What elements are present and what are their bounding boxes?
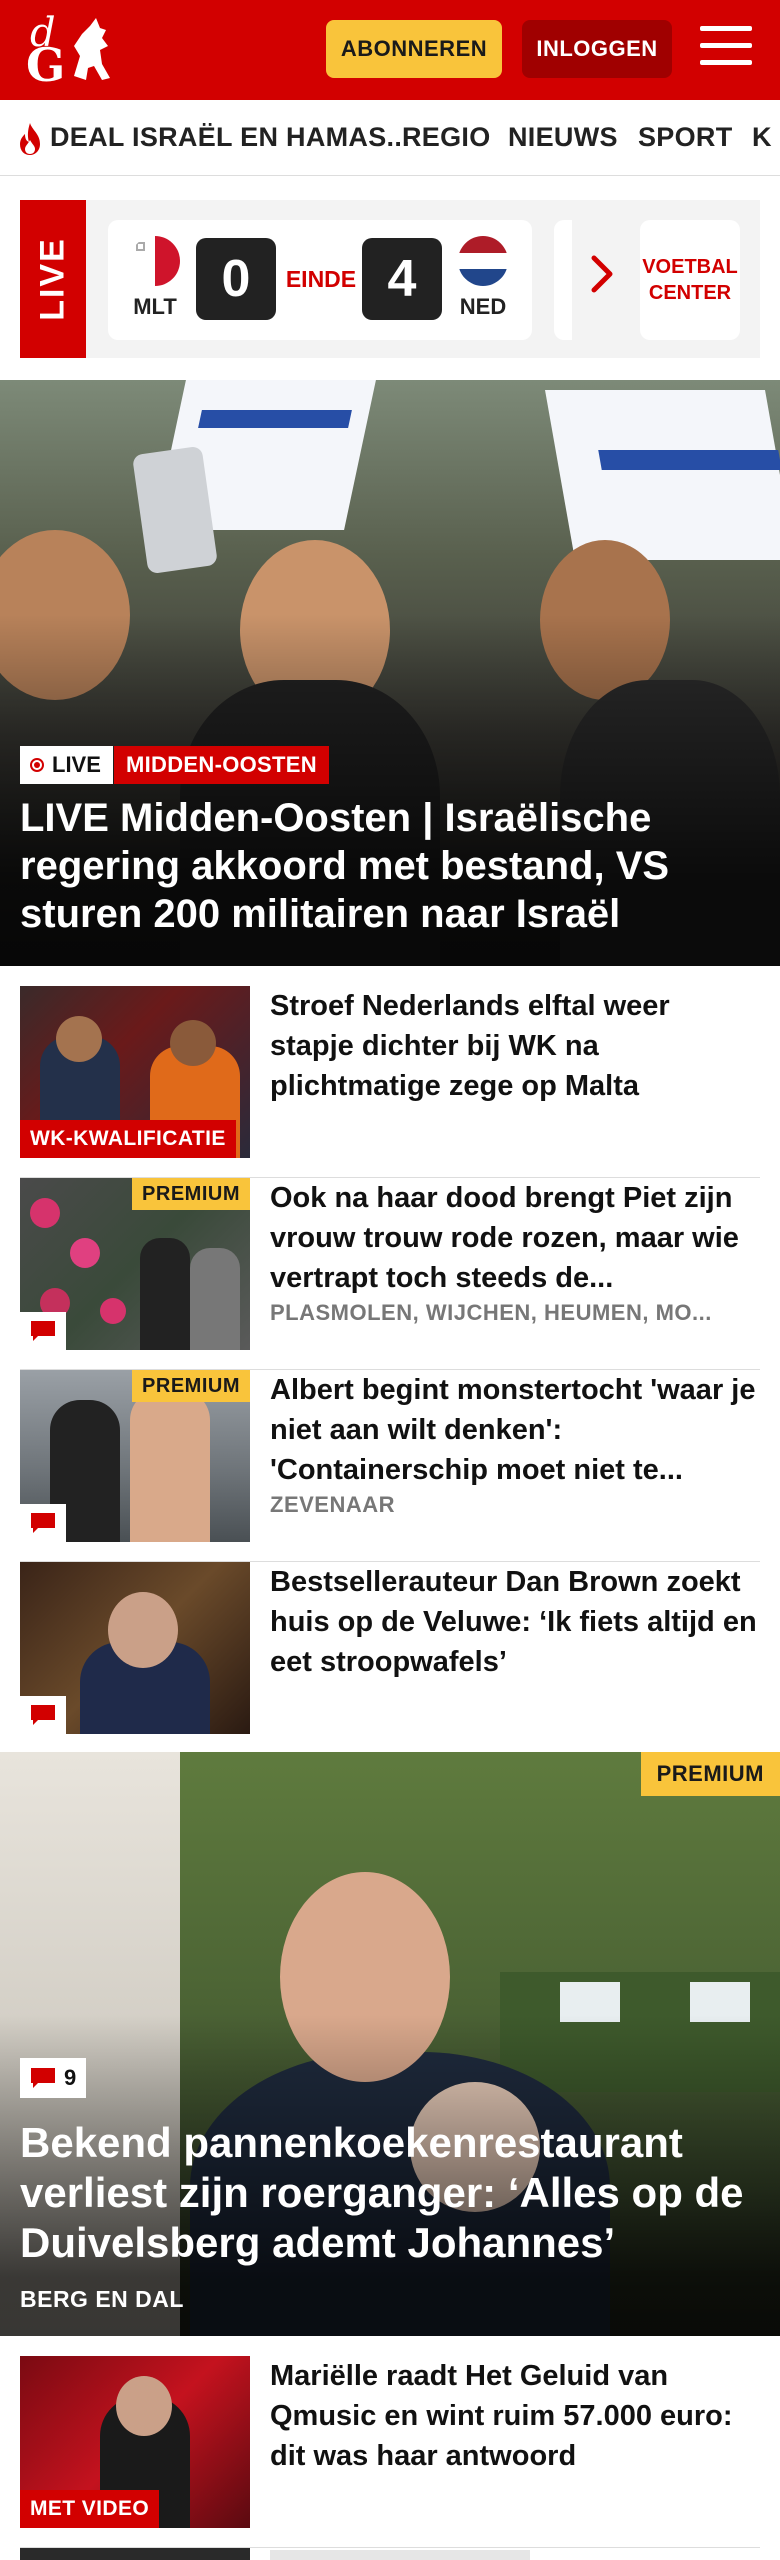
flame-icon	[20, 123, 40, 155]
category-tag: WK-KWALIFICATIE	[20, 1120, 236, 1158]
subscribe-button[interactable]: ABONNEREN	[326, 20, 502, 78]
feature-article[interactable]: PREMIUM 9 Bekend pannenkoekenrestaurant …	[0, 1752, 780, 2336]
next-article-title-fragment[interactable]	[270, 2550, 530, 2560]
netherlands-flag-icon	[458, 236, 508, 286]
hero-article[interactable]: LIVE MIDDEN-OOSTEN LIVE Midden-Oosten | …	[0, 380, 780, 966]
list-item[interactable]: PREMIUM Albert begint monstertocht 'waar…	[20, 1370, 760, 1562]
article-title[interactable]: Ook na haar dood brengt Piet zijn vrouw …	[270, 1178, 760, 1298]
comment-indicator[interactable]	[20, 1696, 66, 1734]
match-status: EINDE	[285, 266, 357, 292]
comment-indicator[interactable]: 9	[20, 2058, 87, 2098]
live-tab-label: LIVE	[33, 237, 72, 321]
list-item[interactable]: WK-KWALIFICATIE Stroef Nederlands elftal…	[20, 986, 760, 1178]
voetbal-center-label-line2: CENTER	[648, 282, 732, 304]
next-match-card[interactable]	[554, 220, 572, 340]
chevron-right-icon[interactable]	[590, 254, 616, 294]
feature-location: BERG EN DAL	[20, 2286, 184, 2312]
nav-item-nieuws[interactable]: NIEUWS	[508, 122, 618, 153]
home-score: 0	[196, 238, 276, 320]
hamburger-menu-icon[interactable]	[700, 26, 752, 70]
premium-tag: PREMIUM	[132, 1178, 250, 1210]
premium-tag: PREMIUM	[640, 1752, 780, 1796]
logo-horse-emblem-icon	[74, 18, 110, 80]
article-thumbnail	[20, 1562, 250, 1734]
comment-icon	[31, 1321, 55, 1341]
comment-icon	[31, 1513, 55, 1533]
voetbal-center-label-line1: VOETBAL	[642, 256, 738, 278]
feature-title[interactable]: Bekend pannenkoekenrestaurant verliest z…	[20, 2118, 760, 2268]
voetbal-center-link[interactable]: VOETBAL CENTER	[640, 220, 740, 340]
site-logo[interactable]: d G	[22, 10, 118, 92]
match-card[interactable]: MLT 0 EINDE 4 NED	[108, 220, 532, 340]
article-thumbnail: PREMIUM	[20, 1370, 250, 1542]
away-team-code: NED	[459, 294, 507, 319]
section-nav: DEAL ISRAËL EN HAMAS... REGIO NIEUWS SPO…	[0, 100, 780, 176]
comment-indicator[interactable]	[20, 1504, 66, 1542]
away-score: 4	[362, 238, 442, 320]
comment-icon	[31, 1705, 55, 1725]
live-tab[interactable]: LIVE	[20, 200, 86, 358]
hero-title[interactable]: LIVE Midden-Oosten | Israëlische regerin…	[20, 794, 740, 938]
comment-indicator[interactable]	[20, 1312, 66, 1350]
live-dot-icon	[30, 758, 44, 772]
malta-flag-icon	[130, 236, 180, 286]
article-thumbnail: WK-KWALIFICATIE	[20, 986, 250, 1158]
article-title[interactable]: Albert begint monstertocht 'waar je niet…	[270, 1370, 760, 1490]
nav-item-regio[interactable]: REGIO	[402, 122, 491, 153]
nav-item-truncated[interactable]: K	[752, 122, 772, 153]
comment-icon	[31, 2068, 55, 2088]
site-header: d G ABONNEREN INLOGGEN	[0, 0, 780, 100]
home-team-code: MLT	[133, 294, 177, 319]
article-title[interactable]: Mariëlle raadt Het Geluid van Qmusic en …	[270, 2356, 760, 2476]
article-thumbnail: PREMIUM	[20, 1178, 250, 1350]
nav-item-sport[interactable]: SPORT	[638, 122, 733, 153]
premium-tag: PREMIUM	[132, 1370, 250, 1402]
article-location: ZEVENAAR	[270, 1492, 396, 1517]
comment-count: 9	[64, 2065, 77, 2090]
article-title[interactable]: Bestsellerauteur Dan Brown zoekt huis op…	[270, 1562, 760, 1682]
list-item[interactable]: MET VIDEO Mariëlle raadt Het Geluid van …	[20, 2356, 760, 2548]
category-badge[interactable]: MIDDEN-OOSTEN	[114, 746, 329, 784]
article-title[interactable]: Stroef Nederlands elftal weer stapje dic…	[270, 986, 760, 1106]
next-article-thumbnail[interactable]	[20, 2548, 250, 2560]
list-item[interactable]: Bestsellerauteur Dan Brown zoekt huis op…	[20, 1562, 760, 1754]
live-score-strip: LIVE MLT 0 EINDE 4 NED VOETBAL CENTER	[20, 200, 760, 358]
nav-item-deal-israel[interactable]: DEAL ISRAËL EN HAMAS...	[50, 122, 410, 153]
live-badge-label: LIVE	[52, 752, 101, 777]
logo-letter-g: G	[26, 38, 66, 92]
login-button[interactable]: INLOGGEN	[522, 20, 672, 78]
list-item[interactable]: PREMIUM Ook na haar dood brengt Piet zij…	[20, 1178, 760, 1370]
video-tag: MET VIDEO	[20, 2490, 160, 2528]
live-badge: LIVE	[20, 746, 113, 784]
article-location: PLASMOLEN, WIJCHEN, HEUMEN, MO...	[270, 1300, 712, 1325]
article-thumbnail: MET VIDEO	[20, 2356, 250, 2528]
